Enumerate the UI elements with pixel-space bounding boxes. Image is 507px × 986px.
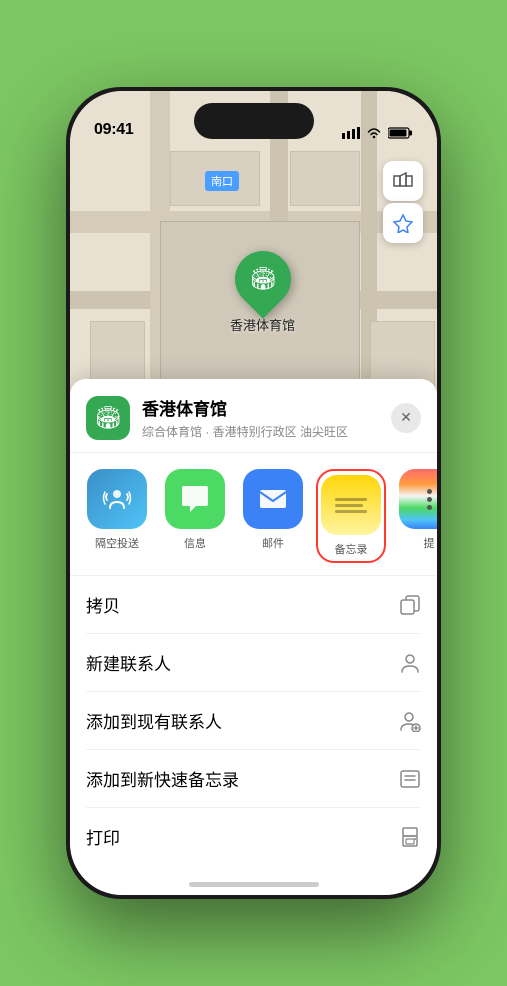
- building-2: [290, 151, 360, 206]
- mail-label: 邮件: [262, 535, 284, 551]
- status-icons: [342, 127, 413, 139]
- new-contact-icon: [399, 652, 421, 674]
- bottom-sheet: 🏟 香港体育馆 综合体育馆 · 香港特别行政区 油尖旺区 ✕: [70, 379, 437, 895]
- map-buttons[interactable]: [383, 161, 423, 243]
- action-list: 拷贝 新建联系人 添加到现有联系人: [70, 576, 437, 865]
- action-new-contact-label: 新建联系人: [86, 650, 171, 675]
- action-new-contact[interactable]: 新建联系人: [86, 634, 421, 692]
- airdrop-icon-wrap: [87, 469, 147, 529]
- share-item-more[interactable]: 提: [394, 469, 437, 563]
- close-button[interactable]: ✕: [391, 403, 421, 433]
- action-copy[interactable]: 拷贝: [86, 576, 421, 634]
- venue-icon: 🏟: [86, 396, 130, 440]
- phone-frame: 09:41: [66, 87, 441, 899]
- notes-line-3: [335, 510, 367, 513]
- notes-line-1: [335, 498, 367, 501]
- map-south-entrance-label: 南口: [205, 171, 239, 191]
- action-add-existing-contact[interactable]: 添加到现有联系人: [86, 692, 421, 750]
- venue-info-header: 🏟 香港体育馆 综合体育馆 · 香港特别行政区 油尖旺区 ✕: [70, 379, 437, 453]
- more-icon-wrap: [399, 469, 437, 529]
- location-button[interactable]: [383, 203, 423, 243]
- wifi-icon: [366, 127, 382, 139]
- action-print-label: 打印: [86, 824, 120, 849]
- quick-note-icon: [399, 768, 421, 790]
- add-existing-contact-icon: [399, 710, 421, 732]
- location-pin: 🏟 香港体育馆: [230, 251, 295, 334]
- messages-icon: [180, 485, 210, 513]
- share-actions-row: 隔空投送 信息: [70, 453, 437, 576]
- dynamic-island: [194, 103, 314, 139]
- action-add-quick-note-label: 添加到新快速备忘录: [86, 766, 239, 791]
- map-type-button[interactable]: [383, 161, 423, 201]
- airdrop-label: 隔空投送: [95, 535, 139, 551]
- share-item-notes[interactable]: 备忘录: [316, 469, 386, 563]
- mail-icon-wrap: [243, 469, 303, 529]
- print-icon: [399, 826, 421, 848]
- share-item-airdrop[interactable]: 隔空投送: [82, 469, 152, 563]
- action-add-quick-note[interactable]: 添加到新快速备忘录: [86, 750, 421, 808]
- pin-icon: 🏟: [249, 266, 277, 292]
- more-dots-icon: [427, 489, 432, 510]
- action-add-existing-label: 添加到现有联系人: [86, 708, 222, 733]
- notes-label: 备忘录: [335, 541, 368, 557]
- airdrop-icon: [102, 484, 132, 514]
- signal-icon: [342, 127, 360, 139]
- battery-icon: [388, 127, 413, 139]
- notes-icon-lines: [331, 492, 371, 519]
- share-item-messages[interactable]: 信息: [160, 469, 230, 563]
- messages-icon-wrap: [165, 469, 225, 529]
- notes-icon-wrap: [321, 475, 381, 535]
- phone-screen: 09:41: [70, 91, 437, 895]
- notes-line-2: [335, 504, 363, 507]
- share-item-mail[interactable]: 邮件: [238, 469, 308, 563]
- home-indicator: [189, 882, 319, 887]
- venue-name: 香港体育馆: [142, 395, 391, 420]
- messages-label: 信息: [184, 535, 206, 551]
- mail-icon: [258, 487, 288, 511]
- action-copy-label: 拷贝: [86, 592, 120, 617]
- more-label: 提: [424, 535, 435, 551]
- venue-text: 香港体育馆 综合体育馆 · 香港特别行政区 油尖旺区: [142, 395, 391, 440]
- copy-icon: [399, 594, 421, 616]
- action-print[interactable]: 打印: [86, 808, 421, 865]
- status-time: 09:41: [94, 121, 133, 139]
- pin-circle: 🏟: [223, 239, 302, 318]
- venue-subtitle: 综合体育馆 · 香港特别行政区 油尖旺区: [142, 423, 391, 440]
